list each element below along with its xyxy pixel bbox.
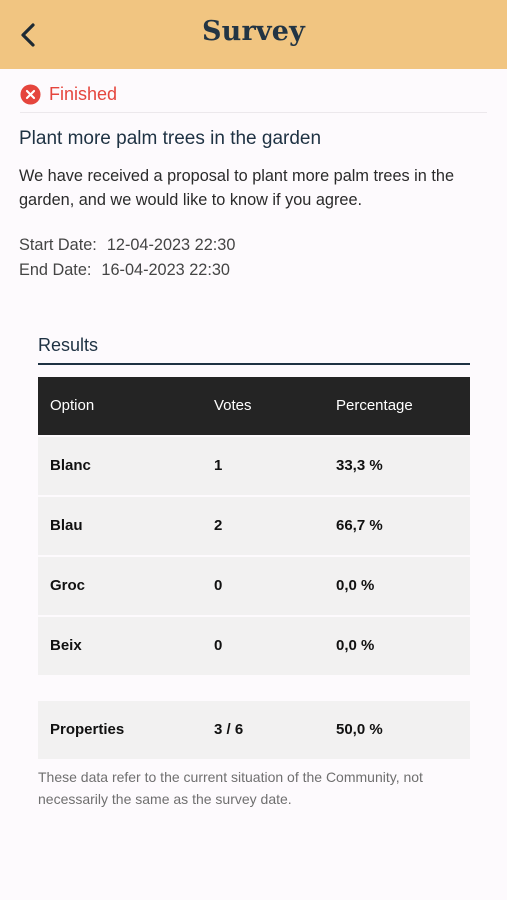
end-date-label: End Date: bbox=[19, 261, 92, 279]
divider bbox=[20, 112, 487, 113]
votes-cell: 0 bbox=[214, 577, 223, 594]
start-date-label: Start Date: bbox=[19, 236, 97, 254]
totals-percentage: 50,0 % bbox=[336, 721, 383, 738]
table-row: Blanc 1 33,3 % bbox=[38, 437, 470, 495]
status-badge: Finished bbox=[20, 82, 117, 106]
end-date: End Date: 16-04-2023 22:30 bbox=[19, 261, 230, 280]
close-circle-icon bbox=[20, 83, 41, 105]
app-header: Survey bbox=[0, 0, 507, 69]
percentage-cell: 33,3 % bbox=[336, 457, 383, 474]
totals-label: Properties bbox=[50, 721, 125, 738]
table-header: Option Votes Percentage bbox=[38, 377, 470, 435]
survey-title: Plant more palm trees in the garden bbox=[19, 128, 322, 149]
percentage-cell: 0,0 % bbox=[336, 637, 375, 654]
results-underline bbox=[38, 363, 470, 365]
survey-description: We have received a proposal to plant mor… bbox=[19, 167, 455, 209]
option-cell: Groc bbox=[50, 577, 86, 594]
totals-votes: 3 / 6 bbox=[214, 721, 244, 738]
page-title: Survey bbox=[201, 16, 306, 47]
table-row: Blau 2 66,7 % bbox=[38, 497, 470, 555]
start-date-value: 12-04-2023 22:30 bbox=[106, 236, 236, 254]
status-label: Finished bbox=[49, 83, 118, 104]
end-date-value: 16-04-2023 22:30 bbox=[101, 261, 230, 279]
percentage-cell: 0,0 % bbox=[336, 577, 375, 594]
percentage-cell: 66,7 % bbox=[336, 517, 383, 534]
column-header-votes: Votes bbox=[214, 397, 252, 414]
option-cell: Beix bbox=[50, 637, 82, 654]
option-cell: Blanc bbox=[50, 457, 91, 474]
results-table: Option Votes Percentage Blanc 1 33,3 % B… bbox=[38, 377, 470, 677]
votes-cell: 0 bbox=[214, 637, 223, 654]
column-header-option: Option bbox=[50, 397, 95, 414]
votes-cell: 1 bbox=[214, 457, 223, 474]
votes-cell: 2 bbox=[214, 517, 223, 534]
table-row: Groc 0 0,0 % bbox=[38, 557, 470, 615]
option-cell: Blau bbox=[50, 517, 83, 534]
start-date: Start Date: 12-04-2023 22:30 bbox=[19, 236, 235, 255]
totals-row: Properties 3 / 6 50,0 % bbox=[38, 701, 470, 759]
results-title: Results bbox=[38, 335, 99, 355]
table-row: Beix 0 0,0 % bbox=[38, 617, 470, 675]
column-header-percentage: Percentage bbox=[336, 397, 413, 414]
results-note: These data refer to the current situatio… bbox=[38, 769, 423, 807]
